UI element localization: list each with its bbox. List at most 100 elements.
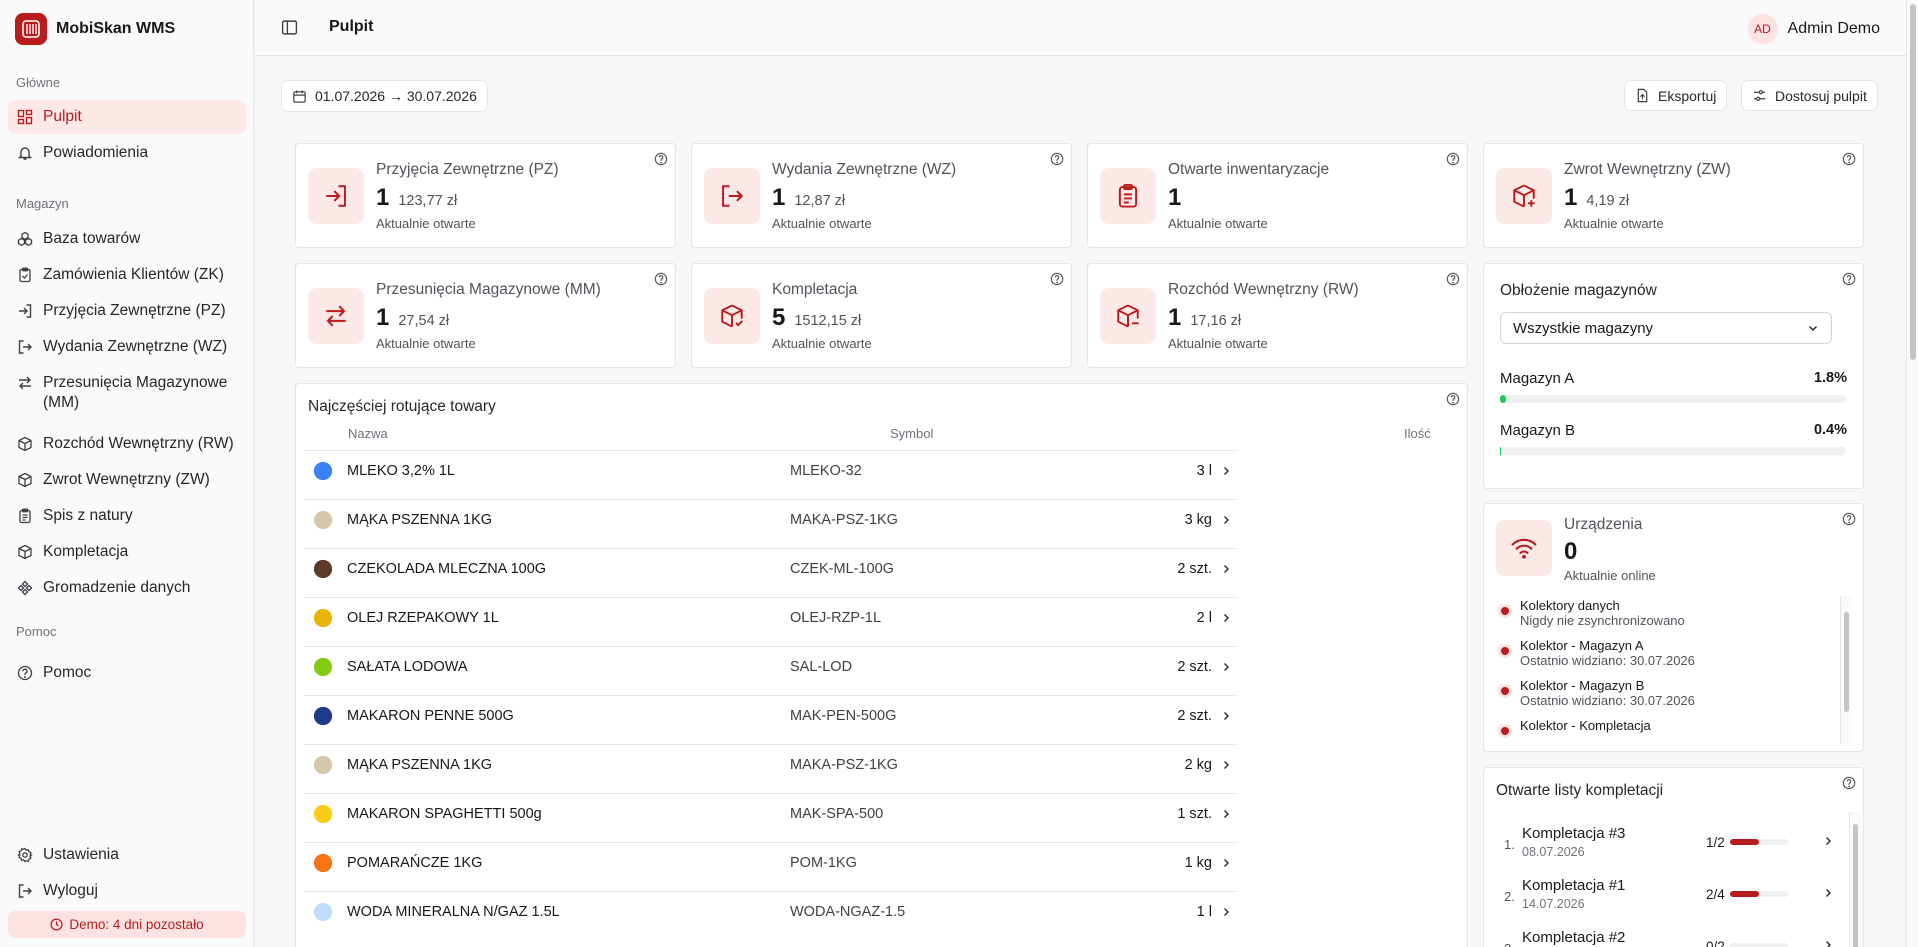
picking-scrollbar[interactable] [1849, 812, 1861, 947]
help-icon[interactable] [1842, 776, 1856, 790]
table-row[interactable]: MLEKO 3,2% 1L MLEKO-32 3 l [304, 450, 1238, 490]
device-item[interactable]: Kolektory danych Nigdy nie zsynchronizowa… [1498, 598, 1685, 628]
device-item[interactable]: Kolektor - Magazyn A Ostatnio widziano: 3… [1498, 638, 1695, 668]
help-icon[interactable] [1842, 512, 1856, 526]
topbar: Pulpit AD Admin Demo [255, 0, 1918, 56]
sidebar-item-przyjecia[interactable]: Przyjęcia Zewnętrzne (PZ) [8, 294, 246, 328]
help-icon[interactable] [654, 152, 668, 166]
help-icon[interactable] [654, 272, 668, 286]
export-button[interactable]: Eksportuj [1624, 80, 1728, 111]
device-item[interactable]: Kolektor - Magazyn B Ostatnio widziano: 3… [1498, 678, 1695, 708]
page-scrollbar[interactable] [1906, 0, 1918, 947]
stat-card-rw[interactable]: Rozchód Wewnętrzny (RW) 1 17,16 zł Aktual… [1087, 263, 1468, 368]
product-thumbnail [309, 604, 337, 632]
clock-icon [50, 918, 63, 931]
chevron-down-icon [1809, 326, 1817, 331]
date-range-button[interactable]: 01.07.2026 → 30.07.2026 [281, 80, 488, 112]
table-row[interactable]: OLEJ RZEPAKOWY 1L OLEJ-RZP-1L 2 l [304, 597, 1238, 637]
stat-amount: 1512,15 zł [794, 313, 862, 329]
devices-scrollbar[interactable] [1840, 596, 1852, 744]
occupancy-bar-fill [1500, 447, 1502, 455]
help-icon[interactable] [1842, 272, 1856, 286]
chevron-right-icon [1826, 941, 1831, 947]
device-item[interactable]: Kolektor - Kompletacja [1498, 718, 1651, 738]
table-row[interactable]: CZEKOLADA MLECZNA 100G CZEK-ML-100G 2 szt. [304, 548, 1238, 588]
help-icon[interactable] [1446, 272, 1460, 286]
picking-list-item[interactable]: 1. Kompletacja #3 08.07.2026 1/2 [1504, 821, 1844, 861]
help-icon[interactable] [1050, 152, 1064, 166]
product-thumbnail [309, 702, 337, 730]
picking-list-item[interactable]: 2. Kompletacja #1 14.07.2026 2/4 [1504, 873, 1844, 913]
chevron-right-icon [1826, 889, 1831, 897]
logout-icon [18, 340, 32, 354]
column-header-name[interactable]: Nazwa [348, 426, 388, 441]
sidebar-item-baza-towarow[interactable]: Baza towarów [8, 222, 246, 256]
help-icon[interactable] [1050, 272, 1064, 286]
demo-badge[interactable]: Demo: 4 dni pozostało [8, 911, 246, 938]
sidebar-item-zamowienia[interactable]: Zamówienia Klientów (ZK) [8, 258, 246, 292]
sidebar-toggle-icon[interactable] [281, 19, 298, 36]
stat-amount: 27,54 zł [398, 313, 450, 329]
stat-card-pz[interactable]: Przyjęcia Zewnętrzne (PZ) 1 123,77 zł Akt… [295, 143, 676, 248]
sidebar-item-ustawienia[interactable]: Ustawienia [8, 838, 246, 872]
table-row[interactable]: MAKARON PENNE 500G MAK-PEN-500G 2 szt. [304, 695, 1238, 735]
table-row[interactable]: SAŁATA LODOWA SAL-LOD 2 szt. [304, 646, 1238, 686]
column-header-qty[interactable]: Ilość [1404, 426, 1431, 441]
sidebar-item-label: Zwrot Wewnętrzny (ZW) [43, 471, 210, 488]
login-icon [308, 168, 364, 224]
picking-progress-bar [1730, 943, 1788, 947]
brand[interactable]: MobiSkan WMS [0, 0, 253, 58]
column-header-symbol[interactable]: Symbol [890, 426, 933, 441]
sidebar-item-spis[interactable]: Spis z natury [8, 499, 246, 533]
table-row[interactable]: WODA MINERALNA N/GAZ 1.5L WODA-NGAZ-1.5 1 … [304, 891, 1238, 931]
picking-progress: 0/2 [1706, 939, 1725, 947]
stat-card-zw[interactable]: Zwrot Wewnętrzny (ZW) 1 4,19 zł Aktualnie… [1483, 143, 1864, 248]
occupancy-title: Obłożenie magazynów [1500, 282, 1657, 299]
product-symbol: WODA-NGAZ-1.5 [790, 903, 906, 920]
table-row[interactable]: POMARAŃCZE 1KG POM-1KG 1 kg [304, 842, 1238, 882]
top-products-card: Najczęściej rotujące towary Nazwa Symbol… [295, 383, 1468, 947]
occupancy-card: Obłożenie magazynów Wszystkie magazyny M… [1483, 263, 1864, 489]
stat-card-inventory[interactable]: Otwarte inwentaryzacje 1 Aktualnie otwar… [1087, 143, 1468, 248]
stat-card-kompletacja[interactable]: Kompletacja 5 1512,15 zł Aktualnie otwart… [691, 263, 1072, 368]
sidebar-item-label: Zamówienia Klientów (ZK) [43, 266, 224, 283]
product-thumbnail [309, 457, 337, 485]
product-name: MAKARON PENNE 500G [347, 707, 514, 724]
stat-card-mm[interactable]: Przesunięcia Magazynowe (MM) 1 27,54 zł A… [295, 263, 676, 368]
help-icon[interactable] [1446, 392, 1460, 406]
customize-button[interactable]: Dostosuj pulpit [1741, 80, 1878, 111]
user-menu[interactable]: AD Admin Demo [1747, 14, 1880, 44]
status-dot [1498, 604, 1512, 618]
sidebar-item-przesuniecia[interactable]: Przesunięcia Magazynowe (MM) [8, 366, 246, 420]
avatar: AD [1747, 14, 1778, 44]
sidebar-item-pomoc[interactable]: Pomoc [8, 656, 246, 690]
arrows-swap-icon [308, 288, 364, 344]
sidebar-item-zwrot[interactable]: Zwrot Wewnętrzny (ZW) [8, 463, 246, 497]
clipboard-icon [19, 267, 31, 283]
sidebar-item-wyloguj[interactable]: Wyloguj [8, 874, 246, 908]
table-row[interactable]: MAKARON SPAGHETTI 500g MAK-SPA-500 1 szt. [304, 793, 1238, 833]
file-export-icon [1637, 88, 1648, 103]
stat-count: 1 [1168, 304, 1182, 331]
sidebar-item-pulpit[interactable]: Pulpit [8, 100, 246, 134]
table-row[interactable]: MĄKA PSZENNA 1KG MAKA-PSZ-1KG 2 kg [304, 744, 1238, 784]
stat-card-wz[interactable]: Wydania Zewnętrzne (WZ) 1 12,87 zł Aktual… [691, 143, 1072, 248]
top-products-title: Najczęściej rotujące towary [308, 398, 496, 415]
sidebar-item-wydania[interactable]: Wydania Zewnętrzne (WZ) [8, 330, 246, 364]
warehouse-select-value: Wszystkie magazyny [1513, 319, 1654, 337]
sidebar-item-powiadomienia[interactable]: Powiadomienia [8, 136, 246, 170]
help-icon[interactable] [1446, 152, 1460, 166]
sidebar-item-rozchod[interactable]: Rozchód Wewnętrzny (RW) [8, 427, 246, 461]
table-row[interactable]: MĄKA PSZENNA 1KG MAKA-PSZ-1KG 3 kg [304, 499, 1238, 539]
picking-list-item[interactable]: 3. Kompletacja #2 0/2 [1504, 925, 1844, 947]
warehouse-select[interactable]: Wszystkie magazyny [1500, 312, 1832, 344]
dashboard-icon [17, 109, 33, 125]
export-label: Eksportuj [1658, 87, 1717, 104]
gear-icon [17, 847, 33, 863]
occupancy-bar-fill [1500, 395, 1507, 403]
help-icon[interactable] [1842, 152, 1856, 166]
picking-name: Kompletacja #1 [1522, 877, 1626, 894]
sidebar-item-kompletacja[interactable]: Kompletacja [8, 535, 246, 569]
sidebar-item-gromadzenie[interactable]: Gromadzenie danych [8, 571, 246, 605]
warehouse-name: Magazyn A [1500, 370, 1575, 387]
